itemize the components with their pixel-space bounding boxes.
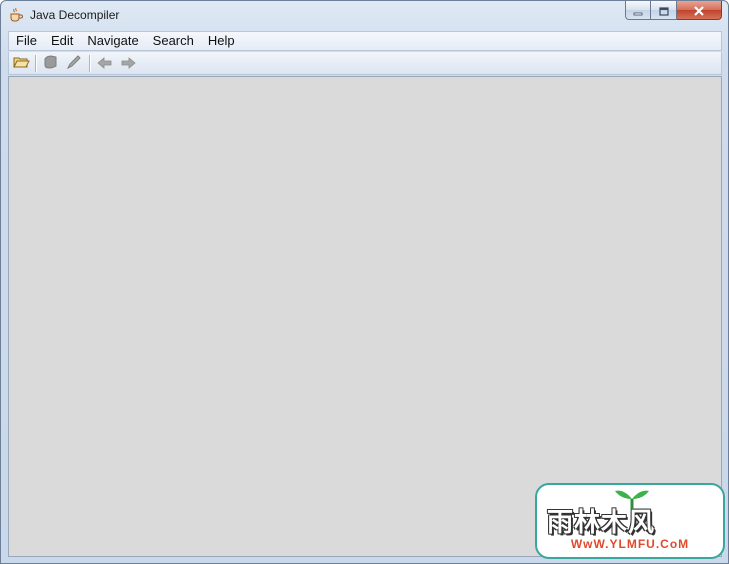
back-button[interactable]	[96, 55, 114, 71]
caption-buttons	[625, 1, 722, 21]
window-title: Java Decompiler	[30, 8, 120, 22]
back-arrow-icon	[97, 54, 113, 73]
close-button[interactable]	[677, 1, 722, 20]
minimize-icon	[633, 1, 643, 20]
menu-file[interactable]: File	[9, 32, 44, 50]
close-icon	[693, 1, 705, 20]
menu-help[interactable]: Help	[201, 32, 242, 50]
watermark-logo: 雨林木风 WwW.YLMFU.CoM	[535, 483, 725, 559]
menu-navigate[interactable]: Navigate	[80, 32, 145, 50]
coffee-cup-icon[interactable]	[8, 7, 24, 23]
forward-arrow-icon	[120, 54, 136, 73]
open-file-button[interactable]	[12, 55, 30, 71]
watermark-url: WwW.YLMFU.CoM	[570, 537, 690, 551]
edit-pencil-icon	[66, 54, 82, 73]
app-window: Java Decompiler File Edit Navigate Searc…	[0, 0, 729, 564]
edit-button[interactable]	[65, 54, 83, 73]
menu-bar: File Edit Navigate Search Help	[8, 31, 722, 51]
toolbar-separator	[35, 55, 36, 72]
save-all-icon	[43, 54, 59, 73]
save-all-button[interactable]	[42, 54, 60, 73]
maximize-icon	[658, 1, 669, 20]
open-folder-icon	[12, 54, 30, 73]
sprout-icon	[613, 487, 651, 513]
menu-search[interactable]: Search	[146, 32, 201, 50]
maximize-button[interactable]	[651, 1, 677, 20]
title-bar[interactable]: Java Decompiler	[1, 1, 728, 30]
toolbar	[8, 52, 722, 75]
forward-button[interactable]	[119, 55, 137, 71]
minimize-button[interactable]	[625, 1, 651, 20]
menu-edit[interactable]: Edit	[44, 32, 80, 50]
toolbar-separator	[89, 55, 90, 72]
